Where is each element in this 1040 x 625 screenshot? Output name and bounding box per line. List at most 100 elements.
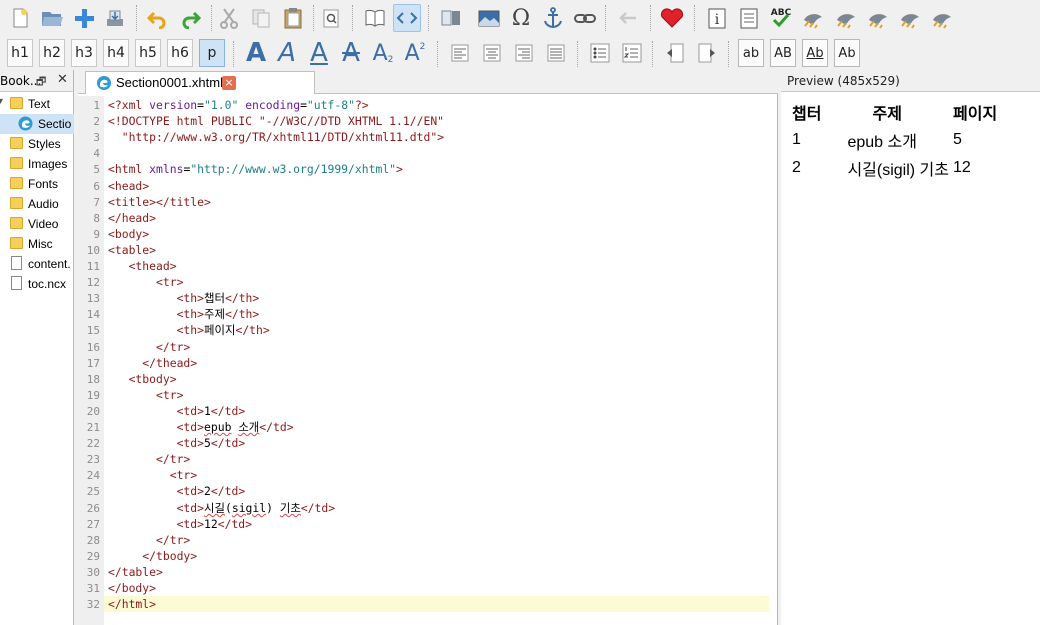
tree-item-tocncx[interactable]: toc.ncx	[0, 274, 74, 294]
tree-item-label: Text	[28, 97, 51, 111]
uppercase-button[interactable]: AB	[770, 39, 796, 67]
split-view-icon[interactable]	[437, 4, 465, 32]
tree-item-label: Sectio	[38, 117, 72, 131]
link-icon[interactable]	[571, 4, 599, 32]
increase-indent-icon[interactable]	[693, 39, 721, 67]
heading-h3-button[interactable]: h3	[71, 39, 97, 67]
preview-cell: 12	[953, 159, 971, 176]
plugin-1-icon[interactable]	[799, 4, 827, 32]
lowercase-button[interactable]: ab	[738, 39, 764, 67]
tree-item-fonts[interactable]: Fonts	[0, 174, 74, 194]
metadata-icon[interactable]: i	[703, 4, 731, 32]
add-file-icon[interactable]	[70, 4, 98, 32]
expand-caret-icon[interactable]: ▾	[0, 96, 3, 107]
heading-h5-button[interactable]: h5	[135, 39, 161, 67]
code-token: version	[149, 98, 198, 112]
strikethrough-icon[interactable]: A	[337, 38, 365, 68]
plugin-5-icon[interactable]	[928, 4, 956, 32]
heading-h1-button[interactable]: h1	[7, 39, 33, 67]
italic-icon[interactable]: A	[273, 38, 301, 68]
tree-item-audio[interactable]: Audio	[0, 194, 74, 214]
heading-h4-button[interactable]: h4	[103, 39, 129, 67]
code-token: </html>	[108, 597, 157, 611]
editor-tab-bar: Section0001.xhtml ×	[78, 70, 778, 94]
code-text-area[interactable]: <?xml version="1.0" encoding="utf-8"?> <!…	[104, 96, 778, 625]
preview-cell: 1	[792, 131, 801, 148]
code-view-icon[interactable]	[393, 4, 421, 32]
copy-icon[interactable]	[247, 4, 275, 32]
tab-close-icon[interactable]: ×	[222, 76, 236, 90]
align-center-icon[interactable]	[478, 39, 506, 67]
new-file-icon[interactable]	[6, 4, 34, 32]
code-token: </table>	[108, 565, 163, 579]
code-line: </tr>	[108, 532, 190, 548]
spellcheck-icon[interactable]: ABC	[767, 4, 795, 32]
undo-icon[interactable]	[143, 4, 171, 32]
heading-h6-button[interactable]: h6	[167, 39, 193, 67]
paragraph-button[interactable]: p	[199, 39, 225, 67]
misspelled-word: epub	[204, 420, 232, 434]
code-line: </body>	[108, 580, 156, 596]
tree-item-label: Audio	[28, 197, 59, 211]
tree-item-label: Styles	[28, 137, 61, 151]
capitalize-button[interactable]: Ab	[834, 39, 860, 67]
numbered-list-icon[interactable]	[618, 39, 646, 67]
tree-item-label: Misc	[28, 237, 53, 251]
subscript-icon[interactable]: A2	[369, 39, 397, 67]
tree-item-video[interactable]: Video	[0, 214, 74, 234]
underline-icon[interactable]: A	[305, 38, 333, 68]
code-token: encoding	[245, 98, 301, 112]
special-char-icon[interactable]: Ω	[507, 4, 535, 32]
align-justify-icon[interactable]	[542, 39, 570, 67]
code-line: </thead>	[108, 355, 197, 371]
back-icon[interactable]	[614, 4, 642, 32]
redo-icon[interactable]	[177, 4, 205, 32]
cut-icon[interactable]	[215, 4, 243, 32]
preview-cell: 2	[792, 159, 801, 176]
tree-item-content[interactable]: content.	[0, 254, 74, 274]
tab-label: Section0001.xhtml	[116, 75, 223, 90]
decrease-indent-icon[interactable]	[661, 39, 689, 67]
plugin-3-icon[interactable]	[864, 4, 892, 32]
code-line: <tbody>	[108, 371, 177, 387]
plugin-4-icon[interactable]	[896, 4, 924, 32]
align-right-icon[interactable]	[510, 39, 538, 67]
format-toolbar: h1 h2 h3 h4 h5 h6 p A A A A A2 A2 ab AB …	[0, 36, 1040, 70]
insert-image-icon[interactable]	[475, 4, 503, 32]
float-panel-icon[interactable]: 🗗	[36, 73, 46, 92]
paste-icon[interactable]	[279, 4, 307, 32]
tree-item-text[interactable]: ▾ Text	[0, 94, 74, 114]
bold-icon[interactable]: A	[242, 38, 270, 68]
toc-icon[interactable]	[735, 4, 763, 32]
folder-icon	[10, 217, 23, 229]
close-panel-icon[interactable]: ✕	[57, 72, 68, 87]
code-token: </tr>	[108, 340, 191, 354]
tree-item-label: toc.ncx	[28, 277, 67, 291]
tree-item-styles[interactable]: Styles	[0, 134, 74, 154]
code-line: <title></title>	[108, 194, 211, 210]
line-number: 32	[86, 598, 100, 611]
tree-item-images[interactable]: Images	[0, 154, 74, 174]
main-toolbar: Ω i ABC	[0, 0, 1040, 36]
line-number: 10	[86, 244, 100, 257]
book-view-icon[interactable]	[361, 4, 389, 32]
validate-icon[interactable]	[658, 4, 686, 32]
tree-item-sectio[interactable]: Sectio	[0, 114, 74, 134]
tab-section0001[interactable]: Section0001.xhtml ×	[85, 71, 315, 94]
tree-item-misc[interactable]: Misc	[0, 234, 74, 254]
open-folder-icon[interactable]	[38, 4, 66, 32]
anchor-icon[interactable]	[539, 4, 567, 32]
line-number: 18	[86, 373, 100, 386]
heading-h2-button[interactable]: h2	[39, 39, 65, 67]
find-icon[interactable]	[317, 4, 345, 32]
line-number: 22	[86, 437, 100, 450]
align-left-icon[interactable]	[446, 39, 474, 67]
code-token: </th>	[224, 307, 260, 321]
save-icon[interactable]	[101, 4, 129, 32]
titlecase-button[interactable]: Ab	[802, 39, 828, 67]
plugin-2-icon[interactable]	[832, 4, 860, 32]
superscript-icon[interactable]: A2	[401, 39, 429, 67]
bullet-list-icon[interactable]	[586, 39, 614, 67]
code-token: <tr>	[108, 388, 184, 402]
code-line: <td>5</td>	[108, 435, 246, 451]
